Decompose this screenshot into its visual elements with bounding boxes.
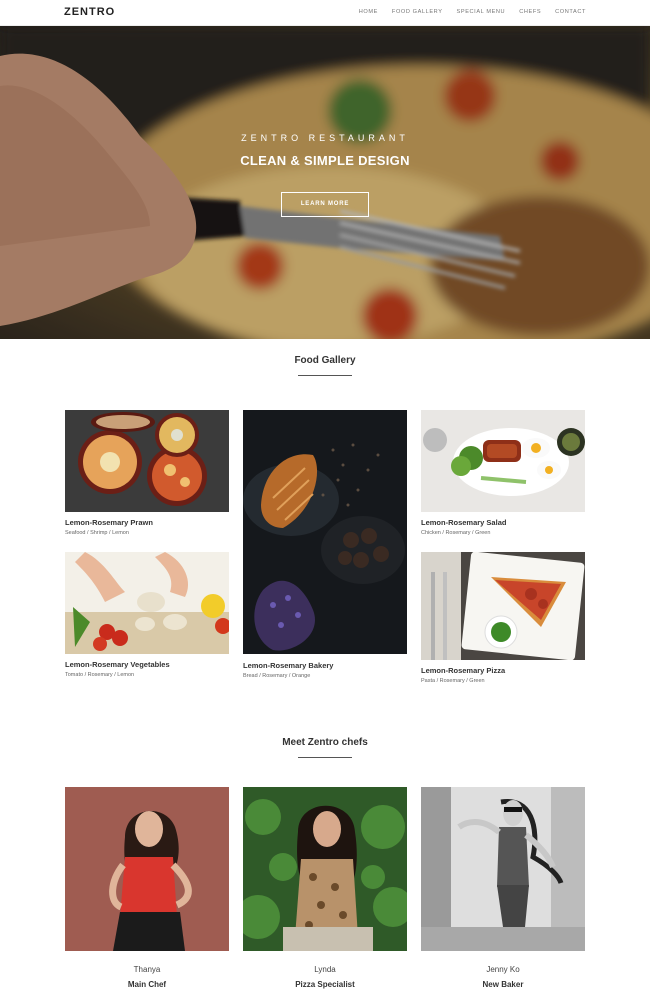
gallery-item-name: Lemon-Rosemary Bakery	[243, 661, 334, 670]
hero-overlay	[0, 26, 650, 339]
nav-special-menu[interactable]: SPECIAL MENU	[457, 9, 506, 15]
gallery-item-name: Lemon-Rosemary Prawn	[65, 518, 153, 527]
chef-card-jenny-ko[interactable]: Jenny Ko New Baker	[421, 787, 585, 997]
gallery-item-name: Lemon-Rosemary Salad	[421, 518, 507, 527]
chef-photo	[243, 787, 407, 951]
brand-logo[interactable]: ZENTRO	[64, 6, 115, 18]
nav-food-gallery[interactable]: FOOD GALLERY	[392, 9, 443, 15]
chefs-title: Meet Zentro chefs	[282, 737, 368, 748]
chef-photo	[65, 787, 229, 951]
gallery-item-tags: Pasta / Rosemary / Green	[421, 678, 485, 684]
gallery-item-pizza[interactable]: Lemon-Rosemary Pizza Pasta / Rosemary / …	[421, 552, 585, 688]
gallery-item-prawn[interactable]: Lemon-Rosemary Prawn Seafood / Shrimp / …	[65, 410, 229, 540]
chef-name: Thanya	[133, 965, 161, 974]
navbar: ZENTRO HOME FOOD GALLERY SPECIAL MENU CH…	[0, 0, 650, 26]
chef-card-lynda[interactable]: Lynda Pizza Specialist	[243, 787, 407, 997]
hero-subtitle: ZENTRO RESTAURANT	[241, 133, 409, 143]
hero-section: ZENTRO RESTAURANT CLEAN & SIMPLE DESIGN …	[0, 26, 650, 339]
hero-title: CLEAN & SIMPLE DESIGN	[240, 153, 410, 168]
chef-photo	[421, 787, 585, 951]
chef-role: Pizza Specialist	[295, 980, 355, 989]
gallery-item-bakery[interactable]: Lemon-Rosemary Bakery Bread / Rosemary /…	[243, 410, 407, 685]
gallery-title-divider	[298, 375, 352, 376]
nav-chefs[interactable]: CHEFS	[519, 9, 541, 15]
learn-more-button[interactable]: LEARN MORE	[281, 192, 369, 217]
gallery-item-tags: Seafood / Shrimp / Lemon	[65, 530, 129, 536]
chef-role: Main Chef	[127, 980, 167, 989]
gallery-item-salad[interactable]: Lemon-Rosemary Salad Chicken / Rosemary …	[421, 410, 585, 540]
nav-links: HOME FOOD GALLERY SPECIAL MENU CHEFS CON…	[359, 9, 586, 15]
gallery-item-tags: Bread / Rosemary / Orange	[243, 673, 311, 679]
salad-image	[421, 410, 585, 512]
pizza-image	[421, 552, 585, 660]
gallery-item-vegetables[interactable]: Lemon-Rosemary Vegetables Tomato / Rosem…	[65, 552, 229, 682]
vegetables-image	[65, 552, 229, 654]
chefs-title-divider	[298, 757, 352, 758]
chef-card-thanya[interactable]: Thanya Main Chef	[65, 787, 229, 997]
bakery-image	[243, 410, 407, 654]
prawn-image	[65, 410, 229, 512]
gallery-item-name: Lemon-Rosemary Vegetables	[65, 660, 170, 669]
gallery-item-tags: Tomato / Rosemary / Lemon	[65, 672, 135, 678]
chef-role: New Baker	[482, 980, 524, 989]
gallery-item-tags: Chicken / Rosemary / Green	[421, 530, 491, 536]
chef-name: Jenny Ko	[486, 965, 520, 974]
chef-name: Lynda	[314, 965, 336, 974]
gallery-item-name: Lemon-Rosemary Pizza	[421, 666, 506, 675]
gallery-title: Food Gallery	[294, 355, 356, 366]
nav-home[interactable]: HOME	[359, 9, 378, 15]
nav-contact[interactable]: CONTACT	[555, 9, 586, 15]
